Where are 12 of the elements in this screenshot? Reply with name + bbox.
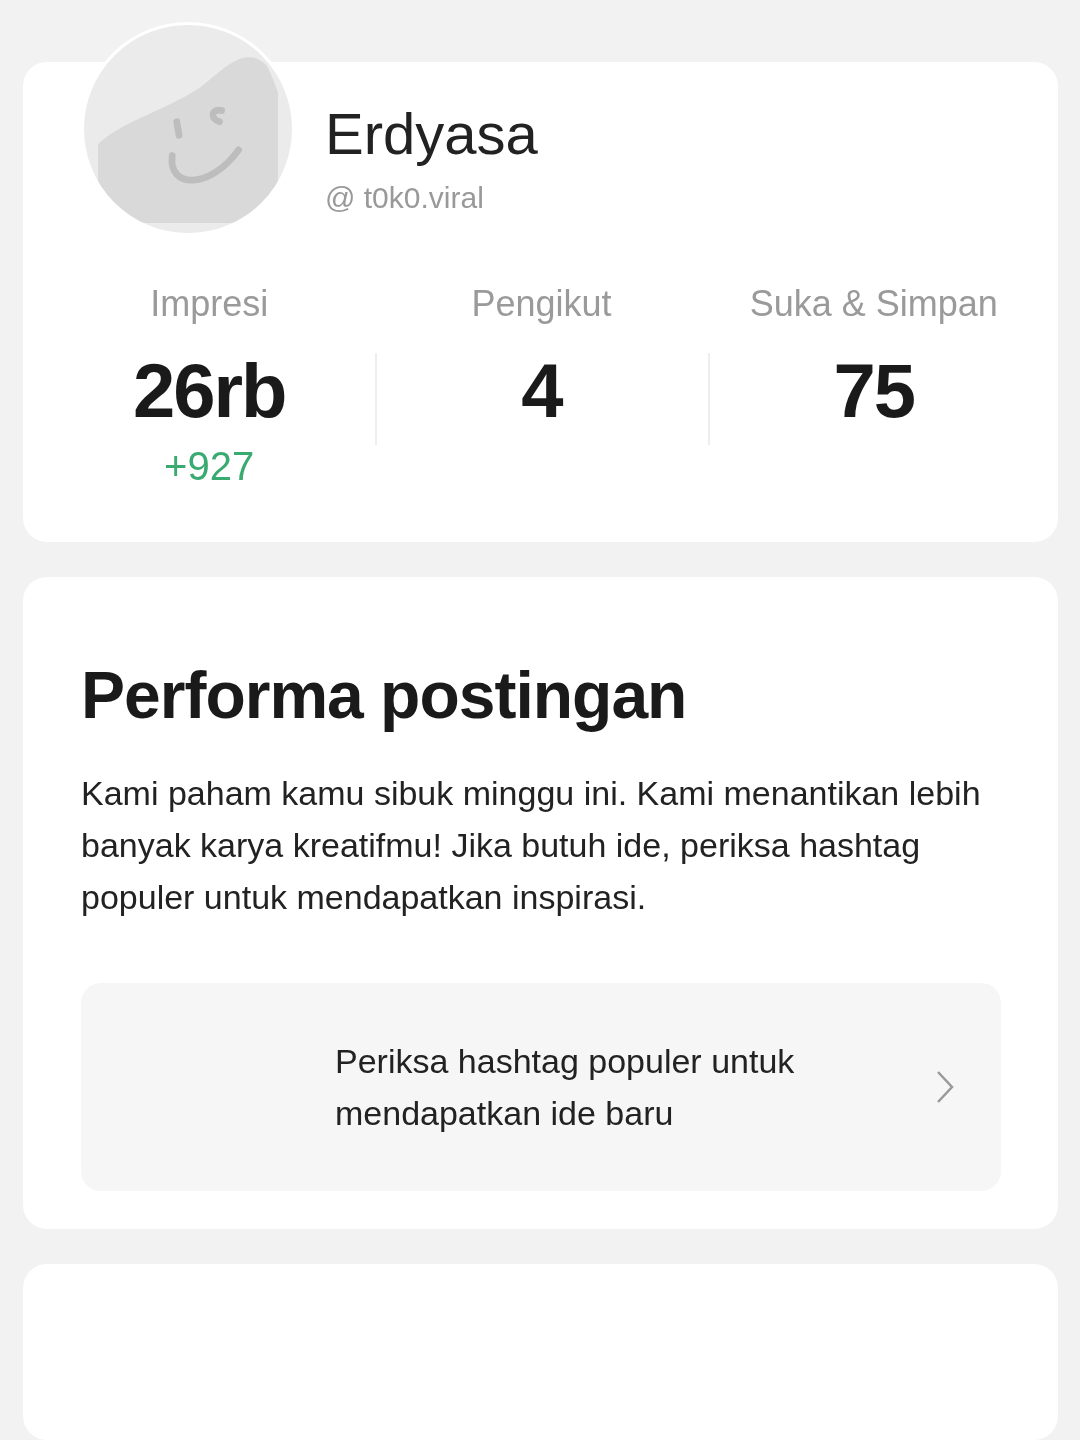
- profile-handle: @ t0k0.viral: [325, 181, 485, 215]
- section-description: Kami paham kamu sibuk minggu ini. Kami menantikan lebih banyak karya kreatifmu! Jika butuh ide, periksa hashtag populer untuk mendapatkan inspirasi.: [81, 773, 982, 919]
- stat-label: Pengikut: [471, 283, 612, 325]
- profile-name: Erdyasa: [325, 100, 539, 167]
- stat-value: 4: [521, 347, 562, 434]
- stat-label: Impresi: [150, 283, 269, 325]
- stat-value: 26rb: [132, 347, 286, 434]
- stat-label: Suka & Simpan: [749, 283, 998, 325]
- stat-change: +927: [164, 444, 255, 489]
- section-title: Performa postingan: [81, 657, 688, 734]
- stat-value: 75: [833, 347, 915, 434]
- hashtag-link[interactable]: Periksa hashtag populer untuk mendapatkan ide baru: [81, 983, 1001, 1192]
